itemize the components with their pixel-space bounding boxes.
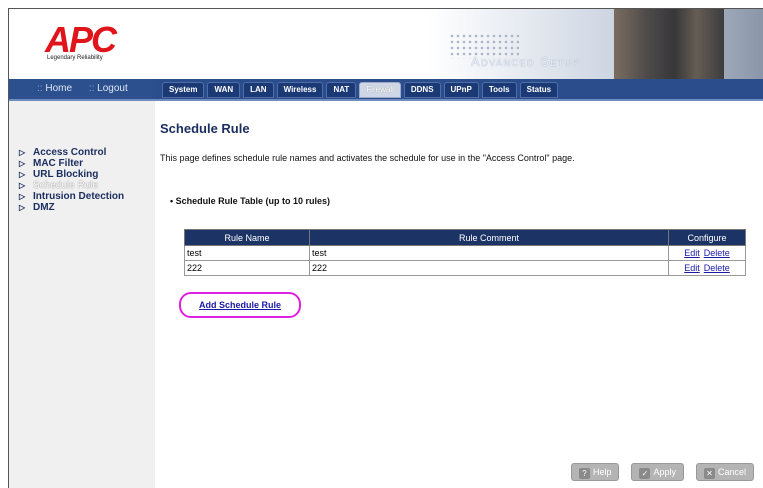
edit-link[interactable]: Edit xyxy=(684,263,700,273)
help-label: Help xyxy=(592,467,612,477)
delete-link[interactable]: Delete xyxy=(704,263,730,273)
cancel-label: Cancel xyxy=(717,467,746,477)
top-navbar: :: Home :: Logout System WAN LAN Wireles… xyxy=(9,79,763,101)
main-content: Schedule Rule This page defines schedule… xyxy=(155,101,763,488)
close-icon: ✕ xyxy=(703,468,715,479)
configure-cell: Edit Delete xyxy=(668,260,746,276)
logo-text: APC xyxy=(45,19,117,60)
page-description: This page defines schedule rule names an… xyxy=(160,153,575,163)
section-title: • Schedule Rule Table (up to 10 rules) xyxy=(170,196,331,206)
sidebar-item-mac-filter[interactable]: ▷ MAC Filter xyxy=(19,158,124,169)
header-banner: Advanced Setup xyxy=(429,9,763,79)
add-schedule-rule-highlight: Add Schedule Rule xyxy=(179,292,301,318)
chevron-right-icon: ▷ xyxy=(19,181,26,190)
rule-comment-cell: test xyxy=(309,245,669,261)
page-title: Schedule Rule xyxy=(160,121,250,136)
tab-nat[interactable]: NAT xyxy=(326,82,357,98)
rule-comment-cell: 222 xyxy=(309,260,669,276)
schedule-rule-table: Rule Name Rule Comment Configure test te… xyxy=(184,229,746,276)
router-admin-frame: APC Legendary Reliability Advanced Setup… xyxy=(8,8,763,488)
chevron-right-icon: ▷ xyxy=(19,170,26,179)
chevron-right-icon: ▷ xyxy=(19,192,26,201)
banner-image xyxy=(614,9,724,79)
chevron-right-icon: ▷ xyxy=(19,159,26,168)
logout-link[interactable]: Logout xyxy=(97,83,128,94)
configure-cell: Edit Delete xyxy=(668,245,746,261)
sidebar-item-dmz[interactable]: ▷ DMZ xyxy=(19,202,124,213)
sidebar-item-url-blocking[interactable]: ▷ URL Blocking xyxy=(19,169,124,180)
tab-wan[interactable]: WAN xyxy=(207,82,241,98)
tab-ddns[interactable]: DDNS xyxy=(403,82,441,98)
edit-link[interactable]: Edit xyxy=(684,248,700,258)
apply-label: Apply xyxy=(653,467,676,477)
tab-status[interactable]: Status xyxy=(519,82,559,98)
sidebar-menu: ▷ Access Control ▷ MAC Filter ▷ URL Blockin… xyxy=(19,147,124,213)
banner-title: Advanced Setup xyxy=(471,54,581,69)
apc-logo: APC Legendary Reliability xyxy=(45,19,117,62)
tab-system[interactable]: System xyxy=(162,82,205,98)
tab-upnp[interactable]: UPnP xyxy=(443,82,479,98)
check-icon: ✓ xyxy=(639,468,651,479)
action-buttons: ? Help ✓ Apply ✕ Cancel xyxy=(559,463,754,481)
column-header-rule-name: Rule Name xyxy=(184,229,310,246)
table-row: test test Edit Delete xyxy=(184,245,746,261)
chevron-right-icon: ▷ xyxy=(19,148,26,157)
column-header-rule-comment: Rule Comment xyxy=(309,229,669,246)
chevron-right-icon: ▷ xyxy=(19,203,26,212)
tab-firewall[interactable]: Firewall xyxy=(359,82,401,98)
sidebar-item-intrusion-detection[interactable]: ▷ Intrusion Detection xyxy=(19,191,124,202)
help-button[interactable]: ? Help xyxy=(570,463,620,481)
tab-tools[interactable]: Tools xyxy=(481,82,517,98)
section-title-text: Schedule Rule Table (up to 10 rules) xyxy=(175,196,331,206)
cancel-button[interactable]: ✕ Cancel xyxy=(695,463,754,481)
tab-wireless[interactable]: Wireless xyxy=(276,82,324,98)
table-row: 222 222 Edit Delete xyxy=(184,260,746,276)
add-schedule-rule-link[interactable]: Add Schedule Rule xyxy=(199,300,281,310)
header: APC Legendary Reliability Advanced Setup xyxy=(9,9,763,79)
sidebar-item-access-control[interactable]: ▷ Access Control xyxy=(19,147,124,158)
help-icon: ? xyxy=(578,468,590,479)
delete-link[interactable]: Delete xyxy=(704,248,730,258)
rule-name-cell: test xyxy=(184,245,310,261)
tab-lan[interactable]: LAN xyxy=(243,82,274,98)
sidebar: ▷ Access Control ▷ MAC Filter ▷ URL Blockin… xyxy=(9,101,155,488)
table-header-row: Rule Name Rule Comment Configure xyxy=(184,229,746,246)
column-header-configure: Configure xyxy=(668,229,746,246)
rule-name-cell: 222 xyxy=(184,260,310,276)
home-logout-bar: :: Home :: Logout xyxy=(9,79,155,99)
sidebar-item-schedule-rule[interactable]: ▷ Schedule Rule xyxy=(19,180,124,191)
apply-button[interactable]: ✓ Apply xyxy=(631,463,684,481)
home-link[interactable]: Home xyxy=(45,83,72,94)
main-tabs: System WAN LAN Wireless NAT Firewall DDN… xyxy=(162,79,561,99)
